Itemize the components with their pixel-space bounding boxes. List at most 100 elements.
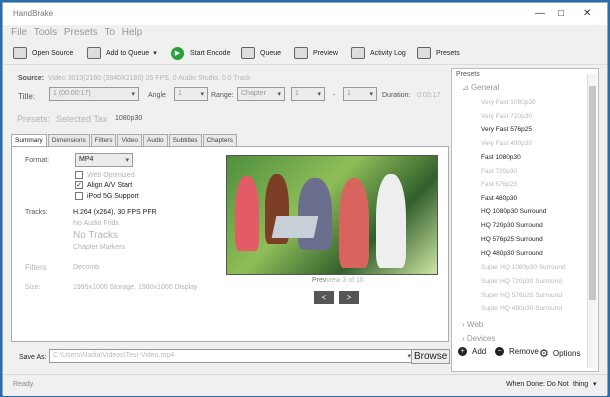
web-group[interactable]: › Web <box>462 320 483 329</box>
preset-item[interactable]: HQ 720p30 Surround <box>481 222 543 229</box>
activity-log-button[interactable]: Activity Log <box>351 46 406 60</box>
angle-label: Angle <box>148 92 166 99</box>
handbrake-window: HandBrake — □ ✕ File Tools Presets To He… <box>2 2 608 396</box>
tab-filters[interactable]: Filters <box>90 134 117 146</box>
range-type-select[interactable]: Chapter <box>237 87 285 101</box>
preset-item[interactable]: Super HQ 480p30 Surround <box>481 305 562 312</box>
size-value: 1995x1000 Storage, 1980x1000 Display <box>73 284 198 291</box>
remove-preset-button[interactable]: − Remove <box>495 347 539 356</box>
when-done-label: When Done: Do Not <box>506 381 569 388</box>
chevron-down-icon[interactable]: ▾ <box>593 380 597 388</box>
minimize-icon[interactable]: — <box>535 8 545 19</box>
close-icon[interactable]: ✕ <box>583 8 591 19</box>
range-separator: - <box>333 92 336 99</box>
preset-item[interactable]: Very Fast 720p30 <box>481 113 532 120</box>
tracks-value: H.264 (x264), 30 FPS PFR <box>73 209 157 216</box>
title-bar: HandBrake — □ ✕ <box>3 3 607 25</box>
tab-summary[interactable]: Summary <box>11 134 47 146</box>
preset-item[interactable]: Very Fast 480p30 <box>481 140 532 147</box>
preset-item[interactable]: Super HQ 576p25 Surround <box>481 292 562 299</box>
preset-options-button[interactable]: ⚙ Options <box>539 347 580 360</box>
preset-item[interactable]: Super HQ 720p30 Surround <box>481 278 562 285</box>
preset-item[interactable]: Fast 576p25 <box>481 181 517 188</box>
menu-bar: File Tools Presets To Help <box>11 27 146 38</box>
selected-preset-value: 1080p30 <box>115 115 143 122</box>
presets-button[interactable]: Presets <box>417 46 460 60</box>
preset-item[interactable]: Very Fast 576p25 <box>481 126 532 133</box>
ipod-option[interactable]: iPod 5G Support <box>75 192 139 200</box>
preset-item[interactable]: Very Fast 1080p30 <box>481 99 536 106</box>
title-label: Title: <box>18 92 36 101</box>
menu-presets[interactable]: Presets <box>64 27 98 38</box>
title-select[interactable]: 1 (00:00:17) <box>49 87 139 101</box>
play-icon: ▶ <box>171 46 184 60</box>
browse-button[interactable]: Browse <box>411 349 451 364</box>
presets-scrollbar[interactable] <box>587 74 597 368</box>
preview-caption: Prevview 3 of 10 <box>312 277 364 284</box>
next-preview-button[interactable]: > <box>339 291 359 304</box>
tab-subtitles[interactable]: Subtitles <box>168 134 202 146</box>
format-select[interactable]: MP4 <box>75 153 133 167</box>
preset-item[interactable]: HQ 480p30 Surround <box>481 250 543 257</box>
open-source-button[interactable]: Open Source <box>13 46 73 60</box>
general-group[interactable]: ⊿ General <box>462 83 499 92</box>
add-preset-button[interactable]: + Add <box>458 347 486 356</box>
format-label: Format: <box>25 157 50 164</box>
preset-item[interactable]: HQ 1080p30 Surround <box>481 208 546 215</box>
main-toolbar: Open Source Add to Queue ▾ ▶ Start Encode … <box>3 41 607 65</box>
preview-icon <box>294 47 308 59</box>
menu-help[interactable]: Help <box>122 27 143 38</box>
preset-item[interactable]: Fast 1080p30 <box>481 154 521 161</box>
when-done-select[interactable]: thing <box>573 381 588 388</box>
menu-tools[interactable]: Tools <box>34 27 57 38</box>
chapter-markers: Chapter Markers <box>73 244 126 251</box>
preset-item[interactable]: HQ 576p25 Surround <box>481 236 543 243</box>
presets-label: Presets: <box>17 114 51 124</box>
tab-video[interactable]: Video <box>117 134 142 146</box>
align-av-option[interactable]: ✓ Align A/V Start <box>75 181 132 189</box>
scrollbar-thumb[interactable] <box>589 86 596 300</box>
queue-add-icon <box>87 47 101 59</box>
plus-icon: + <box>458 347 467 356</box>
menu-file[interactable]: File <box>11 27 27 38</box>
save-path-input[interactable]: C:\Users\Nadia\Videos\Test-Video.mp4 <box>49 349 415 363</box>
ipod-checkbox[interactable] <box>75 192 83 200</box>
source-value: Video 3010(2160 (3840X2160) 25 FPS, 0 Au… <box>48 75 251 82</box>
menu-to[interactable]: To <box>104 27 115 38</box>
summary-panel: Format: MP4 Web Optimized ✓Align A/V Sta… <box>11 146 449 342</box>
status-bar: Ready When Done: Do Not thing ▾ <box>3 374 607 396</box>
no-tracks: No Tracks <box>73 230 119 241</box>
preview-button[interactable]: Preview <box>294 46 338 60</box>
range-start-select[interactable]: 1 <box>291 87 325 101</box>
previous-preview-button[interactable]: < <box>314 291 334 304</box>
minus-icon: − <box>495 347 504 356</box>
tab-audio[interactable]: Audio <box>143 134 168 146</box>
queue-button[interactable]: Queue <box>241 46 281 60</box>
range-end-select[interactable]: 1 <box>343 87 377 101</box>
preset-item[interactable]: Fast 480p30 <box>481 195 517 202</box>
angle-select[interactable]: 1 <box>174 87 208 101</box>
duration-label: Duration: <box>382 92 411 99</box>
filters-value: Decomb <box>73 264 100 271</box>
preview-image <box>226 155 438 275</box>
preset-item[interactable]: Super HQ 1080p30 Surround <box>481 264 566 271</box>
film-icon <box>13 47 27 59</box>
status-ready: Ready <box>13 381 34 388</box>
app-title: HandBrake <box>13 9 54 18</box>
duration-value: 0:00:17 <box>417 92 441 99</box>
preset-item[interactable]: Fast 720p30 <box>481 168 517 175</box>
tab-chapters[interactable]: Chapters <box>202 134 237 146</box>
start-encode-button[interactable]: ▶ Start Encode <box>171 46 230 60</box>
web-optimized-checkbox[interactable] <box>75 171 83 179</box>
chevron-down-icon: ⊿ <box>462 83 469 92</box>
no-audio-finds: No Audio Frids <box>73 220 119 227</box>
presets-panel-title: Presets <box>456 71 480 78</box>
chevron-right-icon: › <box>462 320 465 329</box>
queue-icon <box>241 47 255 59</box>
web-optimized-option[interactable]: Web Optimized <box>75 171 135 179</box>
tab-dimensions[interactable]: Dimensions <box>47 134 90 146</box>
devices-group[interactable]: › Devices <box>462 334 495 343</box>
align-av-checkbox[interactable]: ✓ <box>75 181 83 189</box>
add-to-queue-button[interactable]: Add to Queue ▾ <box>87 46 157 60</box>
maximize-icon[interactable]: □ <box>558 8 564 19</box>
